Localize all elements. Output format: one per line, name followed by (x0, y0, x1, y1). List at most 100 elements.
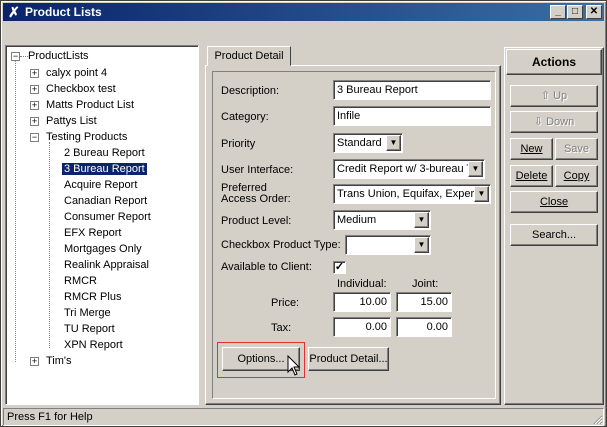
checkbox-product-type-label: Checkbox Product Type: (221, 239, 341, 251)
tree-item-label: 2 Bureau Report (64, 147, 145, 159)
expand-icon[interactable]: + (30, 85, 39, 94)
tree-item-checkbox-test[interactable]: Checkbox test (46, 81, 116, 97)
down-button[interactable]: ⇩ Down (510, 111, 598, 133)
tree-child-efx-report[interactable]: EFX Report (64, 225, 121, 241)
tree-child-3-bureau-report[interactable]: 3 Bureau Report (61, 161, 148, 177)
tree-item-label: calyx point 4 (46, 67, 108, 79)
save-label: Save (563, 143, 590, 155)
access-order-select[interactable]: Trans Union, Equifax, Experia ▼ (333, 184, 491, 204)
up-button[interactable]: ⇧ Up (510, 85, 598, 107)
down-label: Down (546, 116, 575, 128)
tree-child-consumer-report[interactable]: Consumer Report (64, 209, 151, 225)
resize-grip-icon[interactable] (591, 413, 603, 425)
tax-individual-input[interactable]: 0.00 (333, 317, 391, 337)
product-lists-window: ✗ Product Lists _ □ ✕ − ProductLists + c… (0, 0, 607, 427)
actions-header: Actions (506, 49, 602, 75)
tree-item-label: Tim's (46, 355, 72, 367)
close-label: Close (539, 196, 569, 208)
access-order-label-line2: Access Order: (221, 193, 291, 205)
tree-item-label: Realink Appraisal (64, 259, 149, 271)
expand-icon[interactable]: + (30, 357, 39, 366)
tree-item-tims[interactable]: Tim's (46, 353, 72, 369)
tree-child-tri-merge[interactable]: Tri Merge (64, 305, 111, 321)
tree-child-tu-report[interactable]: TU Report (64, 321, 115, 337)
priority-select[interactable]: Standard ▼ (333, 133, 403, 153)
new-button[interactable]: New (510, 138, 553, 160)
tree-line (20, 56, 28, 57)
description-label: Description: (221, 85, 280, 97)
tree-item-label: Pattys List (46, 115, 97, 127)
price-joint-input[interactable]: 15.00 (396, 292, 452, 312)
user-interface-select[interactable]: Credit Report w/ 3-bureau T ▼ (333, 159, 485, 179)
minimize-button[interactable]: _ (550, 5, 566, 19)
arrow-down-icon: ⇩ (533, 116, 547, 128)
tree-child-rmcr[interactable]: RMCR (64, 273, 97, 289)
tree-child-realink-appraisal[interactable]: Realink Appraisal (64, 257, 149, 273)
tax-joint-input[interactable]: 0.00 (396, 317, 452, 337)
new-label: New (520, 143, 543, 155)
tree-item-label: TU Report (64, 323, 115, 335)
tree-item-label: Matts Product List (46, 99, 135, 111)
tree-item-label: Consumer Report (64, 211, 151, 223)
tree-root[interactable]: ProductLists (28, 48, 89, 64)
tree-child-acquire-report[interactable]: Acquire Report (64, 177, 137, 193)
description-input[interactable]: 3 Bureau Report (333, 80, 491, 100)
tree-line (15, 60, 16, 362)
close-action-button[interactable]: Close (510, 191, 598, 213)
chevron-down-icon[interactable]: ▼ (414, 237, 429, 253)
status-text: Press F1 for Help (3, 408, 604, 426)
status-bar: Press F1 for Help (3, 408, 604, 426)
expand-icon[interactable]: + (30, 69, 39, 78)
delete-label: Delete (515, 170, 548, 182)
copy-button[interactable]: Copy (555, 165, 598, 187)
tree-item-label: Mortgages Only (64, 243, 142, 255)
tree-child-xpn-report[interactable]: XPN Report (64, 337, 123, 353)
price-individual-input[interactable]: 10.00 (333, 292, 391, 312)
collapse-icon[interactable]: − (11, 52, 20, 61)
tree-item-calyx-point-4[interactable]: calyx point 4 (46, 65, 107, 81)
tree-item-label: 3 Bureau Report (61, 162, 148, 176)
priority-value: Standard (337, 137, 382, 149)
user-interface-value: Credit Report w/ 3-bureau T (337, 163, 474, 175)
tree-item-testing-products[interactable]: Testing Products (46, 129, 127, 145)
maximize-button[interactable]: □ (567, 5, 583, 19)
chevron-down-icon[interactable]: ▼ (414, 212, 429, 228)
tree-line (49, 142, 50, 348)
save-button[interactable]: Save (555, 138, 598, 160)
available-to-client-checkbox[interactable]: ✓ (333, 261, 346, 274)
checkbox-product-type-select[interactable]: ▼ (345, 235, 431, 255)
tree-root-label: ProductLists (28, 50, 89, 62)
chevron-down-icon[interactable]: ▼ (474, 186, 489, 202)
available-to-client-label: Available to Client: (221, 261, 312, 273)
expand-icon[interactable]: + (30, 117, 39, 126)
title-bar: ✗ Product Lists _ □ ✕ (3, 3, 604, 21)
delete-button[interactable]: Delete (510, 165, 553, 187)
chevron-down-icon[interactable]: ▼ (468, 161, 483, 177)
up-label: Up (553, 90, 568, 102)
tree-item-label: Checkbox test (46, 83, 116, 95)
expand-icon[interactable]: + (30, 101, 39, 110)
tree-child-rmcr-plus[interactable]: RMCR Plus (64, 289, 121, 305)
collapse-icon[interactable]: − (30, 133, 39, 142)
category-input[interactable]: Infile (333, 106, 491, 126)
tree-item-label: Tri Merge (64, 307, 111, 319)
tree-item-label: Canadian Report (64, 195, 148, 207)
product-list-tree[interactable]: − ProductLists + calyx point 4 + Checkbo… (5, 45, 199, 405)
search-button[interactable]: Search... (510, 224, 598, 246)
tree-child-canadian-report[interactable]: Canadian Report (64, 193, 147, 209)
close-button[interactable]: ✕ (586, 5, 602, 19)
tab-product-detail[interactable]: Product Detail (207, 46, 291, 66)
tree-child-2-bureau-report[interactable]: 2 Bureau Report (64, 145, 145, 161)
priority-label: Priority (221, 138, 256, 150)
app-icon: ✗ (8, 4, 20, 20)
tree-item-matts-product-list[interactable]: Matts Product List (46, 97, 134, 113)
product-level-label: Product Level: (221, 215, 292, 227)
joint-header: Joint: (412, 278, 439, 290)
tree-child-mortgages-only[interactable]: Mortgages Only (64, 241, 142, 257)
product-level-select[interactable]: Medium ▼ (333, 210, 431, 230)
product-level-value: Medium (337, 214, 377, 226)
tree-item-label: RMCR (64, 275, 97, 287)
tree-item-pattys-list[interactable]: Pattys List (46, 113, 97, 129)
product-detail-button[interactable]: Product Detail... (308, 347, 389, 371)
chevron-down-icon[interactable]: ▼ (386, 135, 401, 151)
